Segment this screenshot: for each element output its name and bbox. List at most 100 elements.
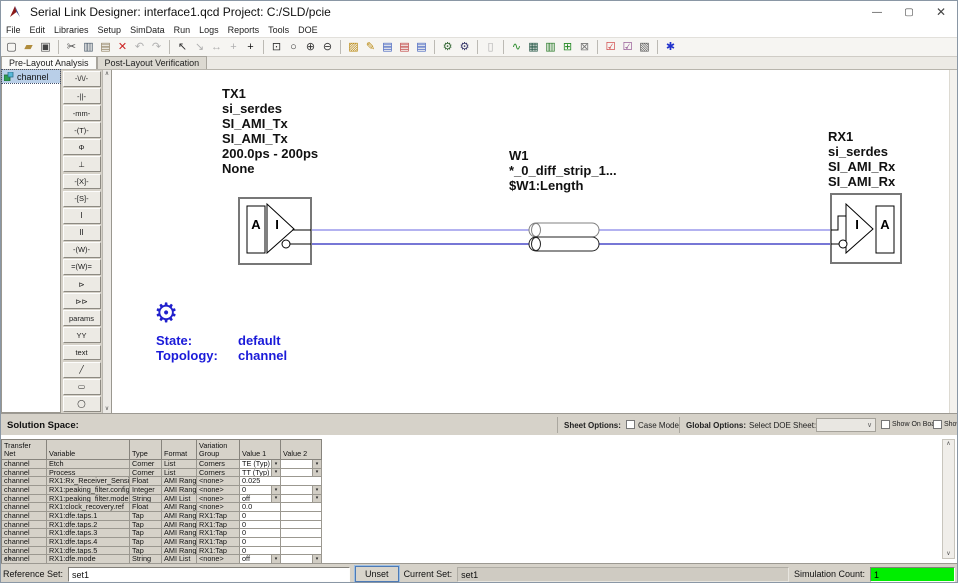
menu-doe[interactable]: DOE: [298, 25, 318, 35]
edit-properties-icon[interactable]: ▨: [345, 39, 362, 55]
scroll-down-icon[interactable]: ∨: [946, 550, 950, 558]
value2-cell[interactable]: ▾: [281, 547, 322, 556]
value1-cell[interactable]: TT (Typ) ▾: [240, 469, 281, 478]
table-row[interactable]: channel RX1:dfe.taps.3 Tap AMI Range RX1…: [2, 529, 322, 538]
menu-file[interactable]: File: [6, 25, 21, 35]
ground-icon[interactable]: ⊥: [63, 156, 101, 172]
canvas-vscrollbar[interactable]: [949, 70, 957, 413]
menu-simdata[interactable]: SimData: [130, 25, 165, 35]
toolbar-icon[interactable]: [340, 40, 341, 54]
cut-icon[interactable]: ✂: [63, 39, 80, 55]
value2-cell[interactable]: ▾: [281, 460, 322, 469]
minimize-button[interactable]: —: [861, 1, 893, 23]
spreadsheet-icon[interactable]: ⊞: [559, 39, 576, 55]
value2-cell[interactable]: ▾: [281, 521, 322, 530]
table-row[interactable]: channel RX1:peaking_filter.mode String A…: [2, 495, 322, 504]
sweep-icon[interactable]: ☑: [619, 39, 636, 55]
menu-logs[interactable]: Logs: [199, 25, 219, 35]
table-vscrollbar[interactable]: ∧ ∨: [942, 439, 955, 559]
sblock-icon[interactable]: -[S]-: [63, 191, 101, 207]
value2-cell[interactable]: ▾: [281, 495, 322, 504]
move-icon[interactable]: +: [225, 39, 242, 55]
open-folder-icon[interactable]: ▰: [20, 39, 37, 55]
table-row[interactable]: channel Etch Corner List Corners TE (Typ…: [2, 460, 322, 469]
toolbar-icon[interactable]: [597, 40, 598, 54]
sheet-editor-icon[interactable]: ▤: [413, 39, 430, 55]
show-on-board-checkbox[interactable]: [881, 420, 890, 429]
column-header[interactable]: Value 1: [240, 440, 281, 460]
model-editor-icon[interactable]: ▤: [396, 39, 413, 55]
menu-reports[interactable]: Reports: [228, 25, 260, 35]
wline-pair-icon[interactable]: =(W)=: [63, 259, 101, 275]
topology-value[interactable]: channel: [238, 348, 287, 363]
value2-cell[interactable]: ▾: [281, 538, 322, 547]
layout-grid-icon[interactable]: ⊠: [576, 39, 593, 55]
column-header[interactable]: Variable: [47, 440, 130, 460]
rx-labels[interactable]: RX1si_serdesSI_AMI_RxSI_AMI_Rx: [828, 129, 895, 189]
value2-cell[interactable]: ▾: [281, 469, 322, 478]
resistor-icon[interactable]: -\/\/-: [63, 71, 101, 87]
topology-annotation[interactable]: Topology: channel: [156, 348, 287, 363]
table-row[interactable]: channel RX1:dfe.taps.1 Tap AMI Range RX1…: [2, 512, 322, 521]
dropdown-button[interactable]: ▾: [271, 486, 280, 494]
paste-icon[interactable]: ▤: [97, 39, 114, 55]
state-annotation[interactable]: State: default: [156, 333, 281, 348]
dropdown-button[interactable]: ▾: [271, 469, 280, 477]
tab-post-layout-verification[interactable]: Post-Layout Verification: [97, 56, 208, 69]
wire-tool-icon[interactable]: ✎: [362, 39, 379, 55]
dropdown-button[interactable]: ▾: [312, 486, 321, 494]
value2-cell[interactable]: ▾: [281, 529, 322, 538]
network-icon[interactable]: ▯: [482, 39, 499, 55]
eye-viewer-icon[interactable]: ▦: [525, 39, 542, 55]
save-icon[interactable]: ▣: [37, 39, 54, 55]
scroll-down-icon[interactable]: ∨: [105, 405, 109, 413]
rectangle-icon[interactable]: ▭: [63, 379, 101, 395]
copy-icon[interactable]: ▥: [80, 39, 97, 55]
value1-cell[interactable]: off ▾: [240, 495, 281, 504]
scroll-up-icon[interactable]: ∧: [105, 70, 109, 78]
case-mode-checkbox[interactable]: [626, 420, 635, 429]
ibis-editor-icon[interactable]: ▤: [379, 39, 396, 55]
table-row[interactable]: channel RX1:dfe.taps.2 Tap AMI Range RX1…: [2, 521, 322, 530]
value1-cell[interactable]: 0 ▾: [240, 538, 281, 547]
value2-cell[interactable]: ▾: [281, 486, 322, 495]
tab-pre-layout-analysis[interactable]: Pre-Layout Analysis: [1, 56, 97, 69]
value1-cell[interactable]: 0 ▾: [240, 486, 281, 495]
menu-run[interactable]: Run: [174, 25, 191, 35]
xblock-icon[interactable]: -[X]-: [63, 174, 101, 190]
toolbar-icon[interactable]: [169, 40, 170, 54]
palette-scrollbar[interactable]: ∧ ∨: [102, 70, 111, 413]
table-row[interactable]: channel RX1:dfe.taps.5 Tap AMI Range RX1…: [2, 547, 322, 556]
schematic-canvas[interactable]: TX1si_serdesSI_AMI_TxSI_AMI_Tx200.0ps - …: [111, 70, 957, 413]
table-row[interactable]: channel Process Corner List Corners TT (…: [2, 469, 322, 478]
doc-check-icon[interactable]: ▧: [636, 39, 653, 55]
dropdown-button[interactable]: ▾: [312, 555, 321, 563]
column-header[interactable]: Value 2: [281, 440, 322, 460]
table-row[interactable]: channel RX1:peaking_filter.config Intege…: [2, 486, 322, 495]
package-icon[interactable]: ΥΥ: [63, 327, 101, 343]
menu-setup[interactable]: Setup: [98, 25, 122, 35]
toolbar-icon[interactable]: [263, 40, 264, 54]
zoom-in-icon[interactable]: ⊕: [302, 39, 319, 55]
dropdown-button[interactable]: ▾: [271, 555, 280, 563]
select-pointer-icon[interactable]: ↖: [174, 39, 191, 55]
buffer-icon[interactable]: ⊳: [63, 276, 101, 292]
via-icon[interactable]: Ⅰ: [63, 208, 101, 224]
toolbar-icon[interactable]: [503, 40, 504, 54]
dropdown-button[interactable]: ▾: [271, 495, 280, 503]
menu-edit[interactable]: Edit: [30, 25, 46, 35]
dropdown-button[interactable]: ▾: [312, 469, 321, 477]
toolbar-icon[interactable]: [657, 40, 658, 54]
dropdown-button[interactable]: ▾: [271, 460, 280, 468]
help-icon[interactable]: ✱: [662, 39, 679, 55]
table-row[interactable]: channel RX1:clock_recovery.ref Float AMI…: [2, 503, 322, 512]
table-hscroll-arrows[interactable]: ◂▸: [4, 555, 14, 562]
new-file-icon[interactable]: ▢: [3, 39, 20, 55]
sim-settings-icon[interactable]: ⚙: [456, 39, 473, 55]
undo-icon[interactable]: ↶: [131, 39, 148, 55]
gear-icon[interactable]: ⚙: [154, 298, 178, 328]
simulate-icon[interactable]: ⚙: [439, 39, 456, 55]
toolbar-icon[interactable]: [58, 40, 59, 54]
close-button[interactable]: ✕: [925, 1, 957, 23]
buffer-pair-icon[interactable]: ⊳⊳: [63, 293, 101, 309]
